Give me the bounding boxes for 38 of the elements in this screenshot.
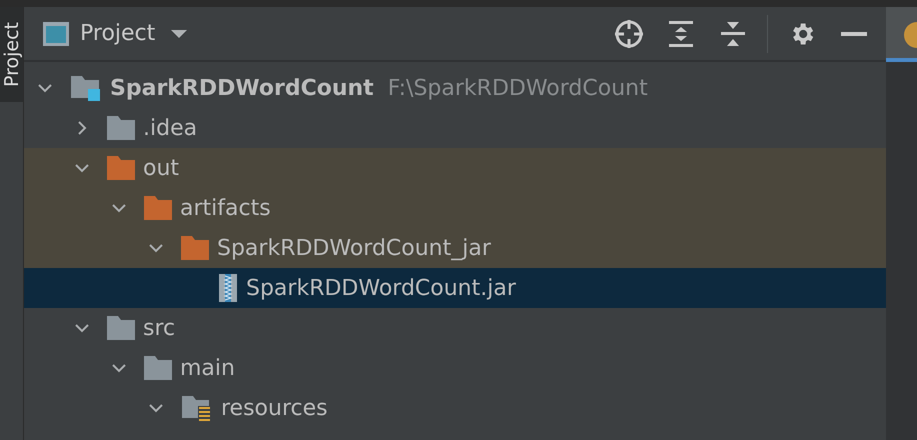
folder-icon (144, 356, 172, 380)
tree-item-label: artifacts (180, 196, 271, 220)
crosshair-icon (614, 18, 644, 48)
window-icon (42, 20, 70, 46)
module-path: F:\SparkRDDWordCount (388, 76, 648, 100)
tree-item-label: main (180, 356, 235, 380)
tree-item-label: .idea (143, 116, 198, 140)
tree-row[interactable]: SparkRDDWordCount_jar (24, 228, 886, 268)
tree-row[interactable]: .idea (24, 108, 886, 148)
tree-item-label: SparkRDDWordCount (110, 76, 374, 100)
folder-icon (107, 156, 135, 180)
folder-icon (107, 316, 135, 340)
caret-down-icon (170, 28, 188, 38)
tree-item-label: resources (221, 396, 328, 420)
folder-icon (144, 196, 172, 220)
tree-row[interactable]: src (24, 308, 886, 348)
minus-icon (841, 32, 867, 36)
tree-row[interactable]: resources (24, 388, 886, 428)
folder-icon (181, 236, 209, 260)
tree-row[interactable]: artifacts (24, 188, 886, 228)
class-icon (904, 22, 917, 48)
folder-icon (107, 116, 135, 140)
archive-file-icon (218, 274, 238, 302)
tree-item-label: SparkRDDWordCount_jar (217, 236, 491, 260)
tree-row[interactable]: SparkRDDWordCount F:\SparkRDDWordCount (24, 68, 886, 108)
project-side-tab[interactable]: Project (0, 7, 23, 102)
tree-row[interactable]: SparkRDDWordCount.jar (24, 268, 886, 308)
module-folder-icon (70, 74, 102, 102)
resources-folder-icon (181, 394, 213, 422)
tree-item-label: out (143, 156, 180, 180)
panel-title: Project (80, 21, 156, 46)
tree-item-label: SparkRDDWordCount.jar (246, 276, 516, 300)
tree-item-label: src (143, 316, 176, 340)
tree-row[interactable]: main (24, 348, 886, 388)
collapse-all-icon (721, 22, 745, 46)
tree-row[interactable]: out (24, 148, 886, 188)
editor-tab[interactable] (886, 7, 917, 62)
expand-all-icon (669, 20, 693, 46)
